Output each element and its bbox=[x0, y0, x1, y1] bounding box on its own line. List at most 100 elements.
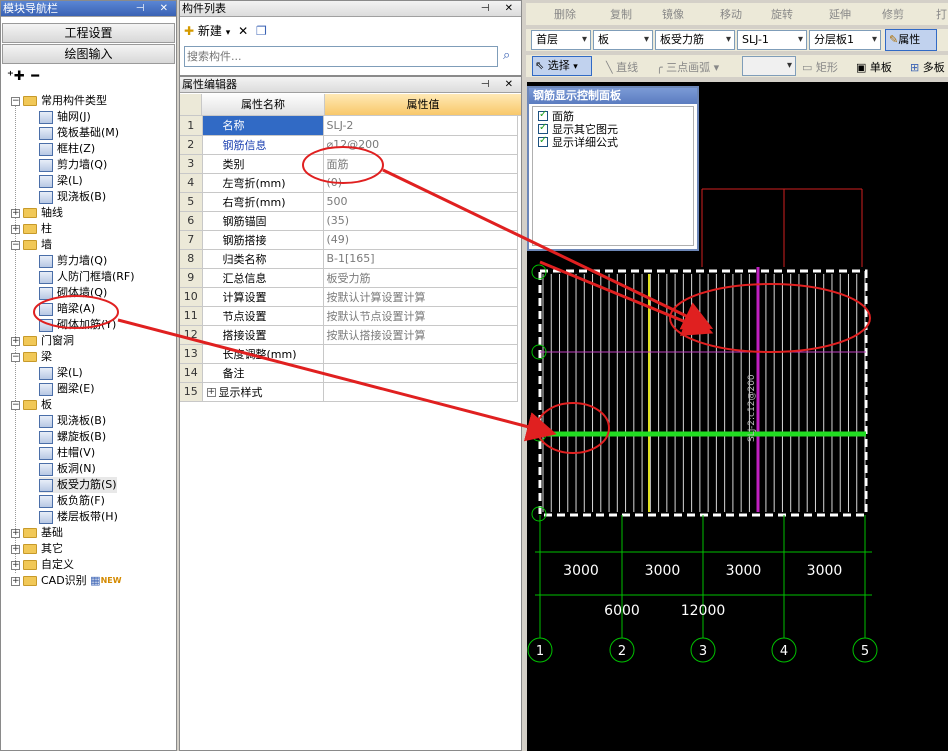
tree-folder[interactable]: − 梁 bbox=[11, 349, 52, 365]
tree-item[interactable]: 板洞(N) bbox=[39, 461, 96, 477]
property-row[interactable]: 8 归类名称 B-1[165] bbox=[180, 249, 518, 269]
tree-item[interactable]: 圈梁(E) bbox=[39, 381, 95, 397]
property-row[interactable]: 15 + 显示样式 bbox=[180, 382, 518, 402]
collapse-all-icon[interactable]: ━ bbox=[31, 69, 39, 84]
property-value[interactable]: 面筋 bbox=[323, 154, 518, 174]
property-row[interactable]: 11 节点设置 按默认节点设置计算 bbox=[180, 306, 518, 326]
rotate-tool[interactable]: 旋转 bbox=[771, 6, 793, 22]
dropdown-icon[interactable]: ▾ bbox=[226, 28, 231, 38]
tree-item[interactable]: 螺旋板(B) bbox=[39, 429, 106, 445]
property-value[interactable] bbox=[323, 363, 518, 383]
tree-folder[interactable]: − 常用构件类型 bbox=[11, 93, 107, 109]
floor-select[interactable]: 首层 bbox=[531, 30, 591, 50]
rect-tool[interactable]: ▭ 矩形 bbox=[802, 59, 838, 75]
tree-item[interactable]: 柱帽(V) bbox=[39, 445, 95, 461]
tree-item[interactable]: 砌体加筋(Y) bbox=[39, 317, 116, 333]
slab-selection-outline[interactable] bbox=[538, 269, 868, 517]
property-row[interactable]: 2 钢筋信息 ⌀12@200 bbox=[180, 135, 518, 155]
tree-folder[interactable]: + 基础 bbox=[11, 525, 63, 541]
tree-folder[interactable]: + 自定义 bbox=[11, 557, 74, 573]
property-row[interactable]: 13 长度调整(mm) bbox=[180, 344, 518, 364]
expand-icon[interactable]: + bbox=[11, 528, 20, 538]
tree-item[interactable]: 剪力墙(Q) bbox=[39, 253, 107, 269]
search-icon[interactable]: ⌕ bbox=[503, 48, 510, 63]
expand-icon[interactable]: + bbox=[11, 336, 20, 346]
line-tool[interactable]: ╲ 直线 bbox=[606, 59, 638, 75]
expand-icon[interactable]: + bbox=[11, 544, 20, 554]
copy-icon[interactable]: ❐ bbox=[256, 24, 267, 38]
tree-item[interactable]: 梁(L) bbox=[39, 365, 83, 381]
property-value[interactable]: 按默认计算设置计算 bbox=[323, 287, 518, 307]
tree-item[interactable]: 砌体墙(Q) bbox=[39, 285, 107, 301]
tree-item[interactable]: 板负筋(F) bbox=[39, 493, 105, 509]
copy-tool[interactable]: 复制 bbox=[610, 6, 632, 22]
tree-item[interactable]: 框柱(Z) bbox=[39, 141, 95, 157]
tree-folder[interactable]: + 其它 bbox=[11, 541, 63, 557]
multi-board-tool[interactable]: ⊞ 多板 bbox=[910, 59, 945, 75]
tree-item[interactable]: 现浇板(B) bbox=[39, 189, 106, 205]
property-row[interactable]: 1 名称 SLJ-2 bbox=[180, 116, 518, 136]
type-select[interactable]: 板 bbox=[593, 30, 653, 50]
property-value[interactable]: SLJ-2 bbox=[323, 116, 518, 136]
tree-item[interactable]: 梁(L) bbox=[39, 173, 83, 189]
tree-folder[interactable]: + 轴线 bbox=[11, 205, 63, 221]
layer-select[interactable]: 分层板1 bbox=[809, 30, 881, 50]
property-value[interactable]: ⌀12@200 bbox=[323, 135, 518, 155]
tree-item[interactable]: 筏板基础(M) bbox=[39, 125, 119, 141]
property-value[interactable]: B-1[165] bbox=[323, 249, 518, 269]
delete-tool[interactable]: 删除 bbox=[554, 6, 576, 22]
property-value[interactable]: (35) bbox=[323, 211, 518, 231]
property-row[interactable]: 10 计算设置 按默认计算设置计算 bbox=[180, 287, 518, 307]
property-value[interactable] bbox=[323, 344, 518, 364]
subtype-select[interactable]: 板受力筋 bbox=[655, 30, 735, 50]
checkbox-icon[interactable] bbox=[538, 109, 548, 121]
tree-item[interactable]: 板受力筋(S) bbox=[39, 477, 117, 493]
tree-item[interactable]: 楼层板带(H) bbox=[39, 509, 118, 525]
component-select[interactable]: SLJ-1 bbox=[737, 30, 807, 50]
property-row[interactable]: 12 搭接设置 按默认搭接设置计算 bbox=[180, 325, 518, 345]
more-tool[interactable]: 打 bbox=[936, 6, 947, 22]
tree-item[interactable]: 剪力墙(Q) bbox=[39, 157, 107, 173]
property-row[interactable]: 5 右弯折(mm) 500 bbox=[180, 192, 518, 212]
pin-close-icons[interactable]: ⊣ ✕ bbox=[481, 77, 519, 92]
expand-all-icon[interactable]: ⁺✚ bbox=[7, 69, 25, 84]
tree-folder[interactable]: − 墙 bbox=[11, 237, 52, 253]
tree-folder[interactable]: + CAD识别 ▦NEW bbox=[11, 573, 122, 589]
tree-item[interactable]: 人防门框墙(RF) bbox=[39, 269, 135, 285]
expand-icon[interactable]: + bbox=[11, 224, 20, 234]
pin-close-icons[interactable]: ⊣ ✕ bbox=[136, 1, 174, 16]
tree-item[interactable]: 暗梁(A) bbox=[39, 301, 95, 317]
collapse-icon[interactable]: − bbox=[11, 96, 20, 106]
property-row[interactable]: 4 左弯折(mm) (0) bbox=[180, 173, 518, 193]
tree-item[interactable]: 现浇板(B) bbox=[39, 413, 106, 429]
checkbox-icon[interactable] bbox=[538, 122, 548, 134]
checkbox-icon[interactable] bbox=[538, 135, 548, 147]
property-value[interactable]: (49) bbox=[323, 230, 518, 250]
property-value[interactable]: (0) bbox=[323, 173, 518, 193]
delete-icon[interactable]: ✕ bbox=[238, 24, 248, 38]
new-button[interactable]: 新建 bbox=[198, 24, 222, 38]
expand-icon[interactable]: + bbox=[11, 576, 20, 586]
tree-folder[interactable]: + 门窗洞 bbox=[11, 333, 74, 349]
extend-tool[interactable]: 延伸 bbox=[829, 6, 851, 22]
tree-folder[interactable]: + 柱 bbox=[11, 221, 52, 237]
expand-icon[interactable]: + bbox=[11, 208, 20, 218]
tree-folder[interactable]: − 板 bbox=[11, 397, 52, 413]
property-row[interactable]: 3 类别 面筋 bbox=[180, 154, 518, 174]
blank-select[interactable] bbox=[742, 56, 796, 76]
collapse-icon[interactable]: − bbox=[11, 352, 20, 362]
drawing-input-button[interactable]: 绘图输入 bbox=[2, 44, 175, 64]
move-tool[interactable]: 移动 bbox=[720, 6, 742, 22]
tree-item[interactable]: 轴网(J) bbox=[39, 109, 91, 125]
project-settings-button[interactable]: 工程设置 bbox=[2, 23, 175, 43]
expand-icon[interactable]: + bbox=[206, 388, 216, 397]
option-show-formula[interactable]: 显示详细公式 bbox=[533, 135, 693, 149]
property-value[interactable] bbox=[323, 382, 518, 402]
search-input[interactable] bbox=[184, 46, 498, 67]
expand-icon[interactable]: + bbox=[11, 560, 20, 570]
property-value[interactable]: 板受力筋 bbox=[323, 268, 518, 288]
property-row[interactable]: 9 汇总信息 板受力筋 bbox=[180, 268, 518, 288]
property-row[interactable]: 6 钢筋锚固 (35) bbox=[180, 211, 518, 231]
pin-close-icons[interactable]: ⊣ ✕ bbox=[481, 1, 519, 16]
property-value[interactable]: 按默认节点设置计算 bbox=[323, 306, 518, 326]
